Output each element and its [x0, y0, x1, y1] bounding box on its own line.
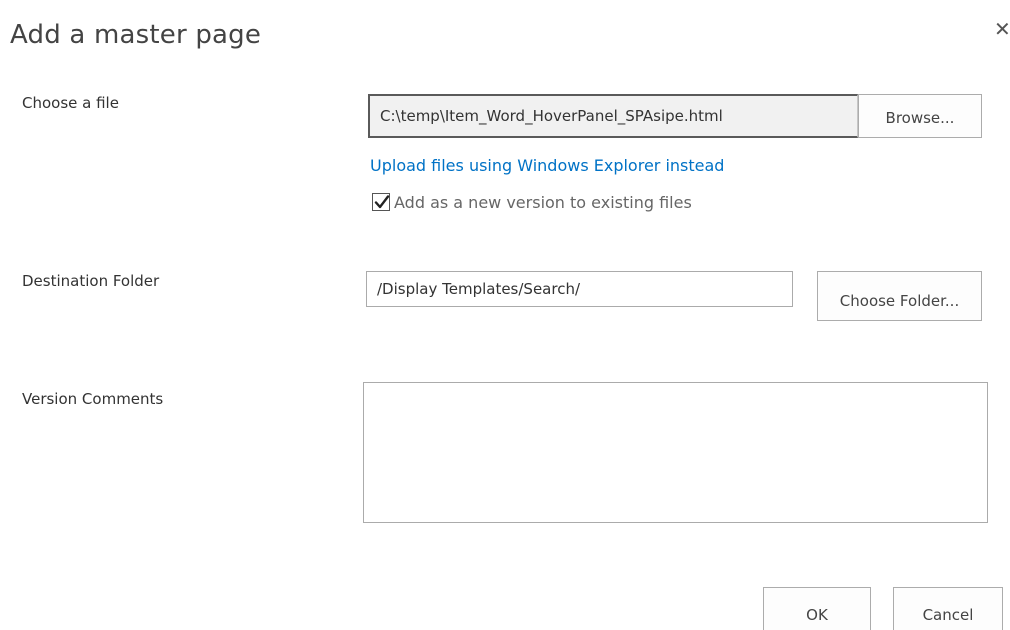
choose-folder-button[interactable]: Choose Folder...: [817, 271, 982, 321]
add-version-label: Add as a new version to existing files: [394, 192, 692, 212]
browse-button[interactable]: Browse...: [858, 94, 982, 138]
checkmark-icon: [374, 195, 390, 209]
add-version-option: Add as a new version to existing files: [372, 190, 692, 214]
ok-button[interactable]: OK: [763, 587, 871, 630]
upload-windows-explorer-link[interactable]: Upload files using Windows Explorer inst…: [370, 156, 724, 175]
destination-folder-label: Destination Folder: [22, 272, 160, 290]
file-path-input[interactable]: C:\temp\Item_Word_HoverPanel_SPAsipe.htm…: [368, 94, 858, 138]
cancel-button[interactable]: Cancel: [893, 587, 1003, 630]
add-master-page-dialog: Add a master page ✕ Choose a file C:\tem…: [0, 0, 1010, 630]
version-comments-textarea[interactable]: [363, 382, 988, 523]
version-comments-label: Version Comments: [22, 390, 164, 408]
add-version-checkbox[interactable]: [372, 193, 390, 211]
destination-folder-input[interactable]: /Display Templates/Search/: [366, 271, 793, 307]
choose-file-label: Choose a file: [22, 94, 119, 112]
close-icon[interactable]: ✕: [994, 18, 1010, 40]
dialog-title: Add a master page: [10, 20, 262, 50]
